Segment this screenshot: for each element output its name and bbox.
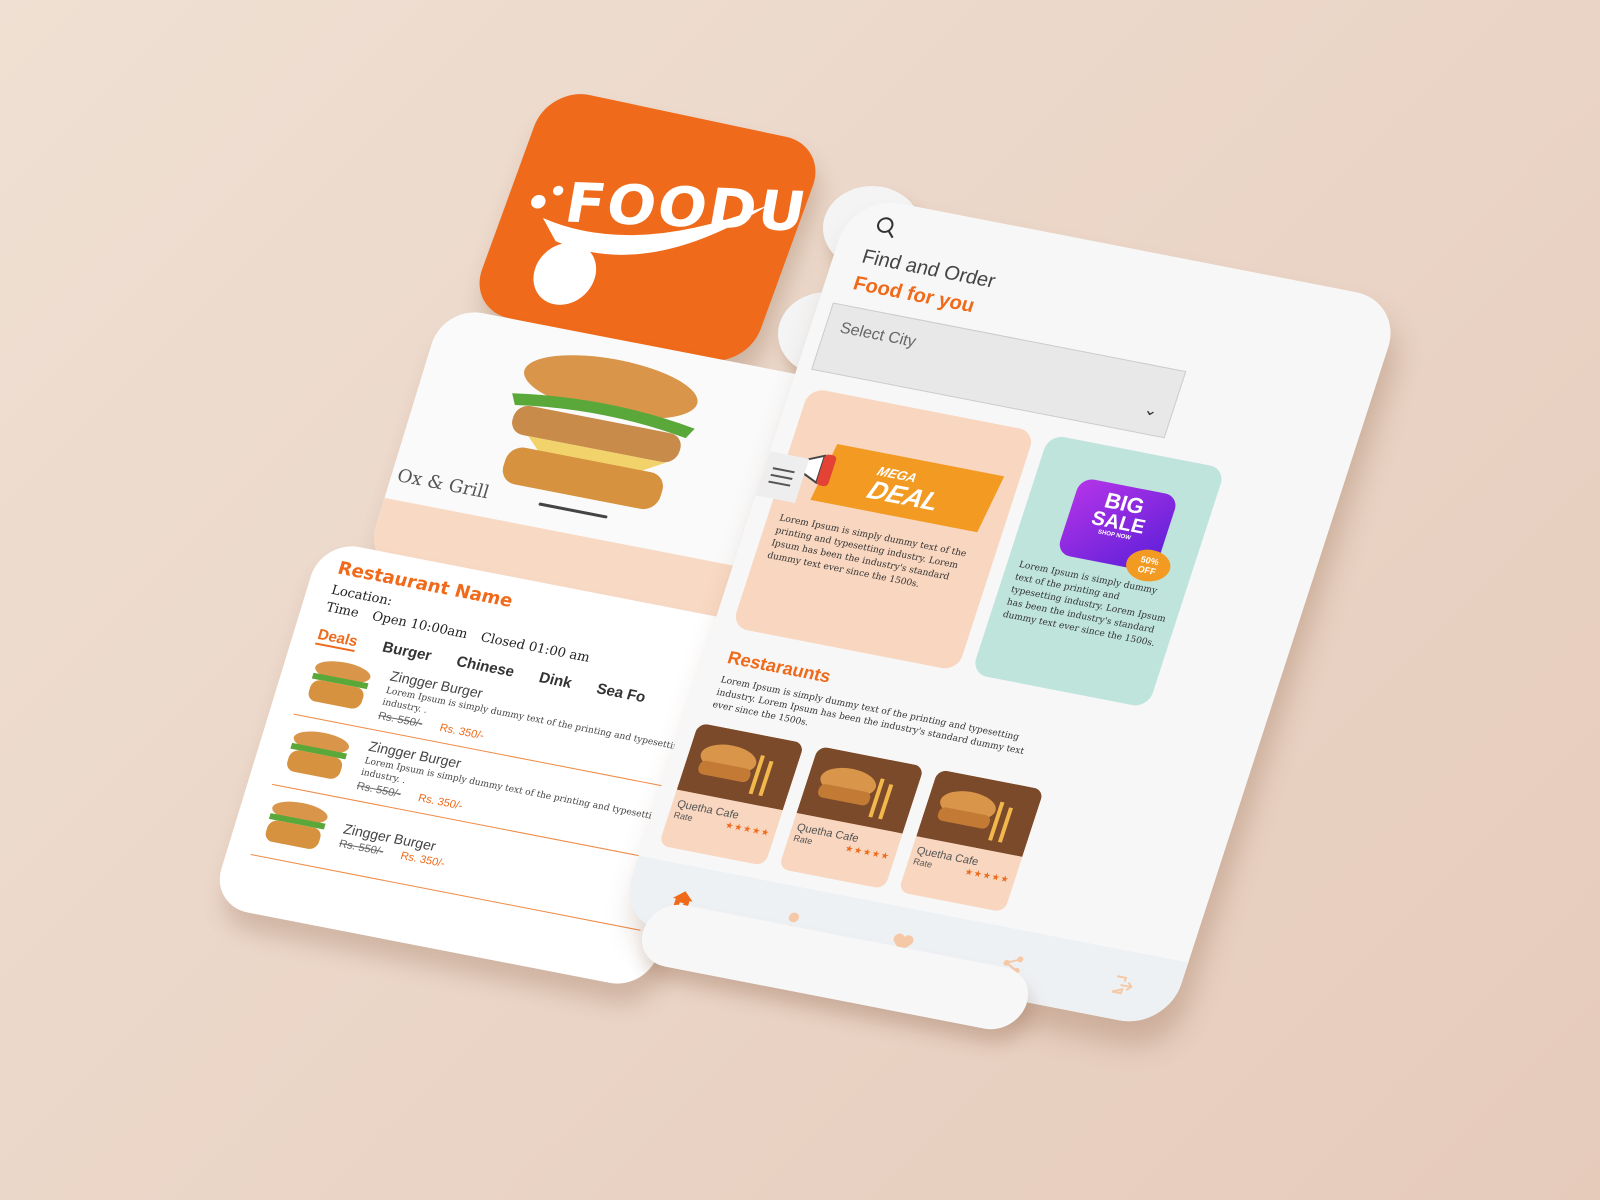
logout-icon[interactable]: [1106, 970, 1140, 1000]
mockup-scene: FOODU Ox & Grill Restaurant Name Locatio…: [0, 0, 1600, 1200]
burger-thumbnail: [308, 661, 371, 709]
hamburger-icon: [772, 467, 795, 474]
rate-label: Rate: [911, 856, 934, 870]
restaurant-image: [916, 769, 1045, 857]
restaurant-image: [676, 722, 805, 811]
chevron-down-icon: ⌄: [1141, 401, 1161, 421]
restaurant-card[interactable]: Quetha Cafe Rate ★★★★★: [658, 722, 805, 866]
discount-badge: 50% OFF: [1121, 545, 1175, 586]
logo-text: FOODU: [560, 171, 813, 245]
big-sale-badge: BIG SALE SHOP NOW 50% OFF: [1056, 477, 1180, 586]
search-icon[interactable]: [871, 214, 902, 242]
restaurant-card[interactable]: Quetha Cafe Rate ★★★★★: [898, 769, 1045, 913]
rate-label: Rate: [792, 833, 814, 847]
burger-thumbnail: [265, 801, 328, 849]
burger-thumbnail: [287, 731, 350, 779]
discount-off: OFF: [1136, 563, 1158, 577]
restaurant-card[interactable]: Quetha Cafe Rate ★★★★★: [778, 745, 925, 890]
burger-image: [502, 355, 698, 510]
city-select-placeholder: Select City: [837, 319, 919, 351]
restaurant-image: [796, 745, 925, 834]
rate-label: Rate: [672, 809, 695, 824]
